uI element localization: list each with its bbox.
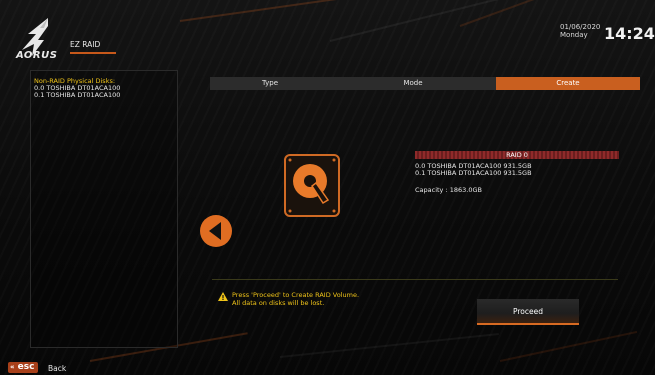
physical-disk-item[interactable]: 0.1 TOSHIBA DT01ACA100: [34, 91, 120, 99]
tab-create[interactable]: Create: [496, 77, 640, 90]
weekday-text: Monday: [560, 30, 588, 39]
back-label[interactable]: Back: [48, 364, 66, 373]
esc-key-label: esc: [17, 362, 35, 372]
date-display: 01/06/2020 Monday: [560, 23, 600, 39]
esc-key-badge[interactable]: « esc: [8, 362, 39, 373]
ez-raid-tab[interactable]: EZ RAID: [70, 40, 100, 49]
back-arrow-icon[interactable]: [199, 214, 233, 248]
warning-message: Press 'Proceed' to Create RAID Volume. A…: [232, 291, 359, 307]
hard-disk-icon: [284, 154, 340, 217]
raid-level-banner: RAID 0: [415, 151, 619, 159]
ez-raid-tab-underline: [70, 52, 116, 54]
brand-name: AORUS: [16, 50, 58, 61]
warning-line-1: Press 'Proceed' to Create RAID Volume.: [232, 291, 360, 299]
raid-member-disk: 0.1 TOSHIBA DT01ACA100 931.5GB: [415, 169, 532, 177]
raid-capacity: Capacity : 1863.0GB: [415, 186, 482, 194]
esc-chevron: «: [10, 363, 15, 371]
tab-mode[interactable]: Mode: [330, 77, 496, 90]
physical-disks-panel: [30, 70, 178, 348]
tab-type[interactable]: Type: [210, 77, 330, 90]
proceed-button[interactable]: Proceed: [477, 299, 579, 325]
warning-line-2: All data on disks will be lost.: [232, 299, 325, 307]
divider: [212, 279, 618, 280]
clock-time: 14:24: [604, 24, 655, 43]
raid-step-tabs: Type Mode Create: [210, 77, 640, 90]
warning-icon: [218, 292, 228, 301]
